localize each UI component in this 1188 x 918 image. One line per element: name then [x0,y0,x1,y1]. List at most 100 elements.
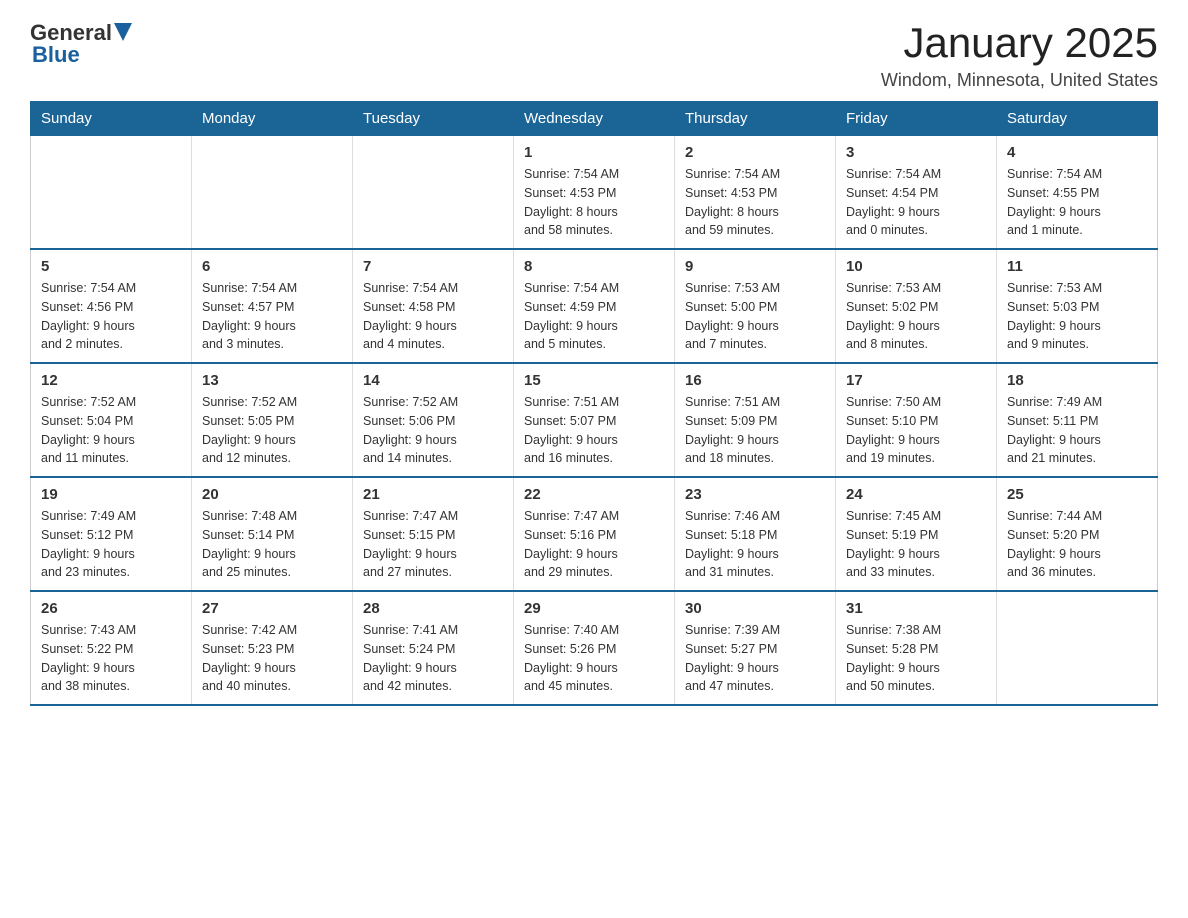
page-header: General Blue January 2025 Windom, Minnes… [30,20,1158,91]
day-number: 20 [202,486,342,503]
day-number: 27 [202,600,342,617]
calendar-cell: 19Sunrise: 7:49 AMSunset: 5:12 PMDayligh… [31,477,192,591]
calendar-cell: 14Sunrise: 7:52 AMSunset: 5:06 PMDayligh… [353,363,514,477]
calendar-cell: 12Sunrise: 7:52 AMSunset: 5:04 PMDayligh… [31,363,192,477]
month-title: January 2025 [881,20,1158,66]
calendar-cell [353,136,514,250]
day-number: 2 [685,144,825,161]
day-info: Sunrise: 7:38 AMSunset: 5:28 PMDaylight:… [846,621,986,696]
title-section: January 2025 Windom, Minnesota, United S… [881,20,1158,91]
calendar-cell: 25Sunrise: 7:44 AMSunset: 5:20 PMDayligh… [997,477,1158,591]
day-number: 9 [685,258,825,275]
day-number: 24 [846,486,986,503]
day-info: Sunrise: 7:51 AMSunset: 5:09 PMDaylight:… [685,393,825,468]
logo-text-blue: Blue [32,42,80,68]
calendar-cell: 1 Sunrise: 7:54 AMSunset: 4:53 PMDaylight… [514,136,675,250]
calendar-cell: 31Sunrise: 7:38 AMSunset: 5:28 PMDayligh… [836,591,997,705]
calendar-cell: 4 Sunrise: 7:54 AMSunset: 4:55 PMDaylight… [997,136,1158,250]
day-info: Sunrise: 7:47 AMSunset: 5:16 PMDaylight:… [524,507,664,582]
calendar-cell: 11 Sunrise: 7:53 AMSunset: 5:03 PMDayligh… [997,249,1158,363]
calendar-week-row: 26 Sunrise: 7:43 AMSunset: 5:22 PMDayligh… [31,591,1158,705]
day-info: Sunrise: 7:43 AMSunset: 5:22 PMDaylight:… [41,621,181,696]
location: Windom, Minnesota, United States [881,70,1158,91]
day-info: Sunrise: 7:54 AMSunset: 4:54 PMDaylight:… [846,165,986,240]
day-info: Sunrise: 7:46 AMSunset: 5:18 PMDaylight:… [685,507,825,582]
calendar-cell: 5 Sunrise: 7:54 AMSunset: 4:56 PMDaylight… [31,249,192,363]
day-info: Sunrise: 7:54 AMSunset: 4:56 PMDaylight:… [41,279,181,354]
calendar-cell: 15 Sunrise: 7:51 AMSunset: 5:07 PMDayligh… [514,363,675,477]
calendar-cell: 30Sunrise: 7:39 AMSunset: 5:27 PMDayligh… [675,591,836,705]
calendar-cell [31,136,192,250]
logo-arrow-icon [114,23,132,41]
day-info: Sunrise: 7:41 AMSunset: 5:24 PMDaylight:… [363,621,503,696]
calendar-cell: 29 Sunrise: 7:40 AMSunset: 5:26 PMDayligh… [514,591,675,705]
day-info: Sunrise: 7:54 AMSunset: 4:58 PMDaylight:… [363,279,503,354]
day-info: Sunrise: 7:54 AMSunset: 4:53 PMDaylight:… [685,165,825,240]
day-number: 7 [363,258,503,275]
col-wednesday: Wednesday [514,102,675,136]
col-thursday: Thursday [675,102,836,136]
calendar-cell: 16Sunrise: 7:51 AMSunset: 5:09 PMDayligh… [675,363,836,477]
day-number: 22 [524,486,664,503]
calendar-cell: 13Sunrise: 7:52 AMSunset: 5:05 PMDayligh… [192,363,353,477]
calendar-cell: 7 Sunrise: 7:54 AMSunset: 4:58 PMDaylight… [353,249,514,363]
calendar-week-row: 19Sunrise: 7:49 AMSunset: 5:12 PMDayligh… [31,477,1158,591]
day-info: Sunrise: 7:45 AMSunset: 5:19 PMDaylight:… [846,507,986,582]
day-number: 29 [524,600,664,617]
calendar-cell [192,136,353,250]
day-number: 8 [524,258,664,275]
calendar-cell: 6 Sunrise: 7:54 AMSunset: 4:57 PMDaylight… [192,249,353,363]
day-number: 6 [202,258,342,275]
calendar-cell: 20 Sunrise: 7:48 AMSunset: 5:14 PMDayligh… [192,477,353,591]
day-info: Sunrise: 7:54 AMSunset: 4:55 PMDaylight:… [1007,165,1147,240]
day-number: 23 [685,486,825,503]
calendar-week-row: 12Sunrise: 7:52 AMSunset: 5:04 PMDayligh… [31,363,1158,477]
day-info: Sunrise: 7:42 AMSunset: 5:23 PMDaylight:… [202,621,342,696]
day-number: 10 [846,258,986,275]
calendar-cell: 22 Sunrise: 7:47 AMSunset: 5:16 PMDayligh… [514,477,675,591]
day-number: 1 [524,144,664,161]
calendar-cell: 24 Sunrise: 7:45 AMSunset: 5:19 PMDayligh… [836,477,997,591]
col-saturday: Saturday [997,102,1158,136]
day-info: Sunrise: 7:47 AMSunset: 5:15 PMDaylight:… [363,507,503,582]
day-number: 14 [363,372,503,389]
calendar-cell: 8 Sunrise: 7:54 AMSunset: 4:59 PMDaylight… [514,249,675,363]
day-info: Sunrise: 7:40 AMSunset: 5:26 PMDaylight:… [524,621,664,696]
day-number: 15 [524,372,664,389]
day-info: Sunrise: 7:50 AMSunset: 5:10 PMDaylight:… [846,393,986,468]
day-info: Sunrise: 7:49 AMSunset: 5:11 PMDaylight:… [1007,393,1147,468]
calendar-cell: 10 Sunrise: 7:53 AMSunset: 5:02 PMDayligh… [836,249,997,363]
calendar-cell: 2 Sunrise: 7:54 AMSunset: 4:53 PMDaylight… [675,136,836,250]
day-info: Sunrise: 7:53 AMSunset: 5:00 PMDaylight:… [685,279,825,354]
day-info: Sunrise: 7:44 AMSunset: 5:20 PMDaylight:… [1007,507,1147,582]
day-info: Sunrise: 7:39 AMSunset: 5:27 PMDaylight:… [685,621,825,696]
day-number: 4 [1007,144,1147,161]
day-info: Sunrise: 7:52 AMSunset: 5:05 PMDaylight:… [202,393,342,468]
day-info: Sunrise: 7:48 AMSunset: 5:14 PMDaylight:… [202,507,342,582]
col-sunday: Sunday [31,102,192,136]
day-info: Sunrise: 7:52 AMSunset: 5:04 PMDaylight:… [41,393,181,468]
col-tuesday: Tuesday [353,102,514,136]
calendar-cell: 28 Sunrise: 7:41 AMSunset: 5:24 PMDayligh… [353,591,514,705]
day-number: 5 [41,258,181,275]
day-info: Sunrise: 7:54 AMSunset: 4:57 PMDaylight:… [202,279,342,354]
calendar-cell: 23 Sunrise: 7:46 AMSunset: 5:18 PMDayligh… [675,477,836,591]
day-info: Sunrise: 7:54 AMSunset: 4:53 PMDaylight:… [524,165,664,240]
logo: General Blue [30,20,132,68]
calendar-cell: 26 Sunrise: 7:43 AMSunset: 5:22 PMDayligh… [31,591,192,705]
calendar-cell: 27 Sunrise: 7:42 AMSunset: 5:23 PMDayligh… [192,591,353,705]
day-number: 26 [41,600,181,617]
day-info: Sunrise: 7:51 AMSunset: 5:07 PMDaylight:… [524,393,664,468]
day-info: Sunrise: 7:49 AMSunset: 5:12 PMDaylight:… [41,507,181,582]
day-number: 28 [363,600,503,617]
day-number: 21 [363,486,503,503]
day-info: Sunrise: 7:53 AMSunset: 5:03 PMDaylight:… [1007,279,1147,354]
day-info: Sunrise: 7:54 AMSunset: 4:59 PMDaylight:… [524,279,664,354]
day-number: 17 [846,372,986,389]
day-info: Sunrise: 7:53 AMSunset: 5:02 PMDaylight:… [846,279,986,354]
day-number: 11 [1007,258,1147,275]
day-number: 18 [1007,372,1147,389]
col-friday: Friday [836,102,997,136]
calendar-cell: 17 Sunrise: 7:50 AMSunset: 5:10 PMDayligh… [836,363,997,477]
calendar-cell: 21 Sunrise: 7:47 AMSunset: 5:15 PMDayligh… [353,477,514,591]
